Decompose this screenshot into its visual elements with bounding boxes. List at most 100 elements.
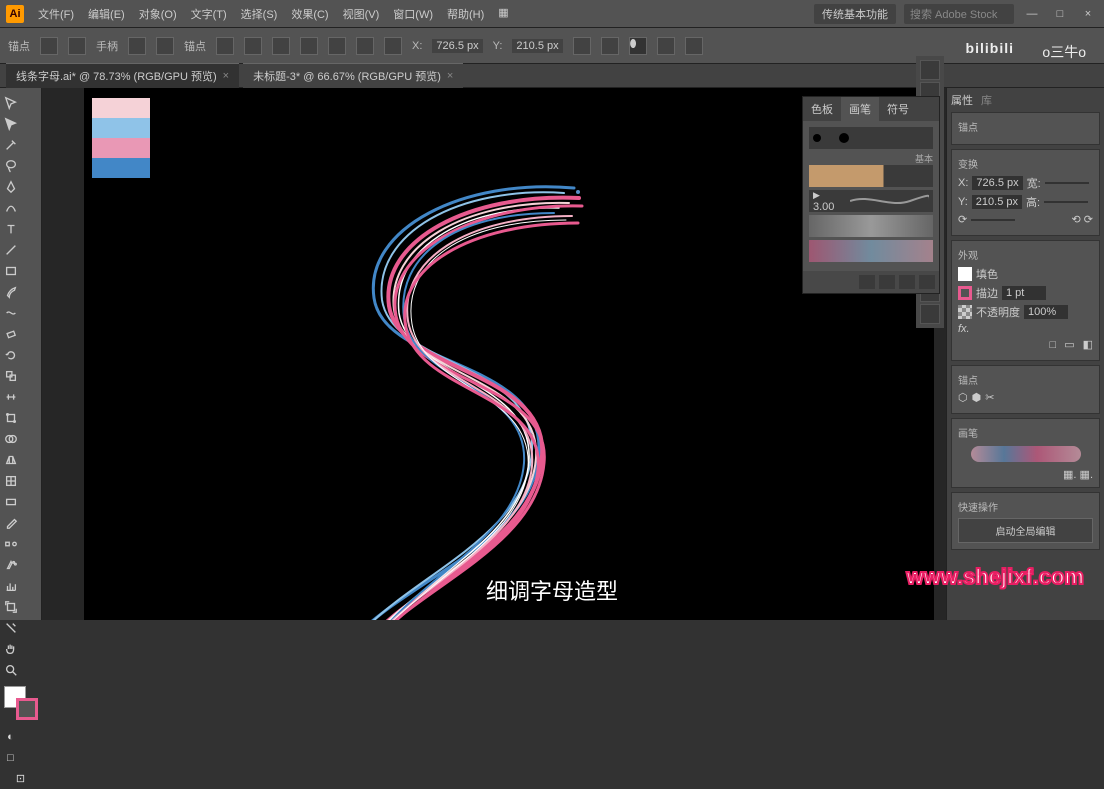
swatch[interactable] [92,158,150,178]
swatch[interactable] [92,118,150,138]
close-icon[interactable]: × [223,70,229,82]
x-input[interactable]: 726.5 px [432,39,482,53]
fill-stroke-indicator[interactable] [4,686,38,720]
connect-button[interactable] [272,37,290,55]
misc-button-2[interactable] [601,37,619,55]
handle-button-1[interactable] [128,37,146,55]
brush-tool[interactable] [0,281,21,302]
libraries-icon[interactable] [859,275,875,289]
lasso-tool[interactable] [0,155,21,176]
y-field[interactable]: 210.5 px [972,195,1022,209]
menu-object[interactable]: 对象(O) [133,3,183,25]
x-field[interactable]: 726.5 px [972,176,1022,190]
rotate-field[interactable] [971,219,1015,221]
opacity-swatch[interactable] [958,305,972,319]
convert-anchor-button[interactable] [40,37,58,55]
selection-tool[interactable] [0,92,21,113]
brush-item[interactable]: ▶ 3.00 [809,190,933,212]
menu-edit[interactable]: 编辑(E) [82,3,131,25]
reference-point[interactable] [384,37,402,55]
swatch[interactable] [92,138,150,158]
brush-preview[interactable] [971,446,1081,462]
shaper-tool[interactable] [0,302,21,323]
tab-symbols[interactable]: 符号 [879,97,917,121]
menu-effect[interactable]: 效果(C) [285,3,334,25]
delete-icon[interactable] [919,275,935,289]
brushes-panel[interactable]: 色板 画笔 符号 基本 ▶ 3.00 [802,96,940,294]
minimize-button[interactable]: — [1022,8,1042,20]
h-field[interactable] [1044,201,1088,203]
brush-lib-icon[interactable]: ▦. [1080,469,1093,481]
fx-icon[interactable]: ◧ [1083,338,1093,351]
opacity-field[interactable]: 100% [1024,305,1068,319]
perspective-tool[interactable] [0,449,21,470]
maximize-button[interactable]: □ [1050,8,1070,20]
tab-inactive[interactable]: 未标题-3* @ 66.67% (RGB/GPU 预览)× [243,63,463,88]
align-c-button[interactable] [356,37,374,55]
rectangle-tool[interactable] [0,260,21,281]
workspace-switcher[interactable]: 传统基本功能 [814,4,896,24]
menu-select[interactable]: 选择(S) [235,3,284,25]
shape-builder-tool[interactable] [0,428,21,449]
brush-item[interactable] [809,127,933,149]
anchor-tool-icon[interactable]: ✂ [985,391,994,404]
eraser-tool[interactable] [0,323,21,344]
fx-icon[interactable]: □ [1050,339,1057,351]
width-tool[interactable] [0,386,21,407]
y-input[interactable]: 210.5 px [512,39,562,53]
tab-libraries[interactable]: 库 [981,92,992,108]
misc-button-3[interactable] [657,37,675,55]
swatch[interactable] [92,98,150,118]
slice-tool[interactable] [0,617,21,638]
remove-anchor-button[interactable] [216,37,234,55]
isolate-button[interactable]: 启动全局编辑 [958,518,1093,543]
fill-swatch[interactable] [958,267,972,281]
menu-window[interactable]: 窗口(W) [387,3,439,25]
cut-path-button[interactable] [244,37,262,55]
direct-selection-tool[interactable] [0,113,21,134]
screen-mode[interactable]: ⊡ [0,768,41,789]
free-transform-tool[interactable] [0,407,21,428]
eyedropper-tool[interactable] [0,512,21,533]
convert-smooth-button[interactable] [68,37,86,55]
stroke-swatch[interactable] [958,286,972,300]
close-button[interactable]: × [1078,8,1098,20]
anchor-tool-icon[interactable]: ⬡ [958,391,968,404]
tab-active[interactable]: 线条字母.ai* @ 78.73% (RGB/GPU 预览)× [6,63,239,88]
blend-tool[interactable] [0,533,21,554]
handle-button-2[interactable] [156,37,174,55]
stroke-width-field[interactable]: 1 pt [1002,286,1046,300]
curvature-tool[interactable] [0,197,21,218]
panel-icon[interactable] [920,304,940,324]
symbol-sprayer-tool[interactable] [0,554,21,575]
new-brush-icon[interactable] [879,275,895,289]
brush-lib-icon[interactable]: ▦. [1063,469,1076,481]
link-button[interactable]: ⬮ [629,37,647,55]
menu-text[interactable]: 文字(T) [185,3,233,25]
brush-item[interactable] [809,215,933,237]
fx-icon[interactable]: ▭ [1064,338,1074,351]
magic-wand-tool[interactable] [0,134,21,155]
search-input[interactable]: 搜索 Adobe Stock [904,4,1014,24]
artboard-tool[interactable] [0,596,21,617]
align-v-button[interactable] [328,37,346,55]
anchor-tool-icon[interactable]: ⬢ [972,391,982,404]
gradient-tool[interactable] [0,491,21,512]
misc-button-1[interactable] [573,37,591,55]
tab-swatches[interactable]: 色板 [803,97,841,121]
misc-button-4[interactable] [685,37,703,55]
menu-help[interactable]: 帮助(H) [441,3,490,25]
tab-brushes[interactable]: 画笔 [841,97,879,121]
menu-file[interactable]: 文件(F) [32,3,80,25]
type-tool[interactable] [0,218,21,239]
panel-icon[interactable] [920,60,940,80]
options-icon[interactable] [899,275,915,289]
tab-properties[interactable]: 属性 [951,92,973,108]
mesh-tool[interactable] [0,470,21,491]
stroke-color[interactable] [16,698,38,720]
align-h-button[interactable] [300,37,318,55]
line-tool[interactable] [0,239,21,260]
menu-arrange-icon[interactable]: ▦ [492,3,514,25]
w-field[interactable] [1045,182,1089,184]
zoom-tool[interactable] [0,659,21,680]
